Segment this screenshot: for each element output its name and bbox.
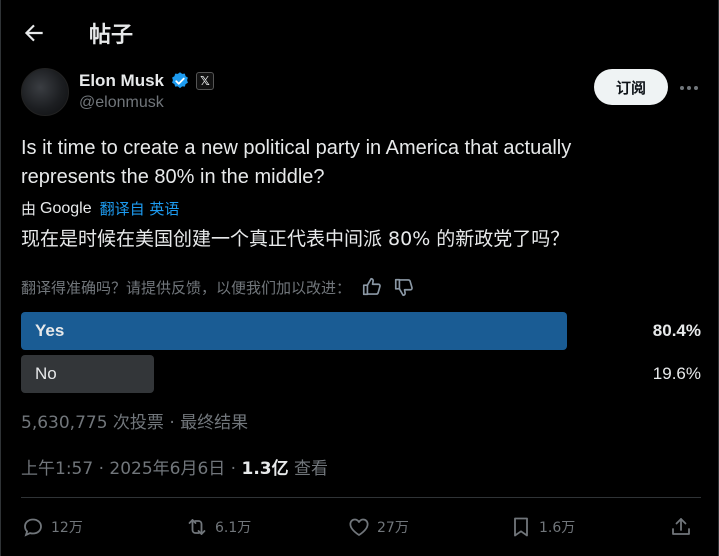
reply-count: 12万 — [51, 520, 83, 536]
poll-option-percent: 80.4% — [652, 321, 701, 340]
poll-bar-yes — [21, 312, 567, 350]
author-handle[interactable]: @elonmusk — [79, 94, 164, 112]
poll-summary: 5,630,775 次投票 · 最终结果 — [21, 413, 249, 433]
translated-from-link[interactable]: 翻译自 英语 — [100, 198, 180, 219]
avatar[interactable] — [21, 68, 69, 116]
top-bar: 帖子 — [1, 0, 719, 64]
reply-button[interactable]: 12万 — [21, 512, 83, 542]
repost-count: 6.1万 — [215, 520, 252, 536]
back-arrow-icon[interactable] — [21, 20, 47, 46]
like-button[interactable]: 27万 — [347, 512, 409, 542]
view-count: 1.3亿 — [241, 459, 289, 479]
translate-by-label: 由 — [21, 200, 37, 218]
thumbs-up-icon[interactable] — [361, 276, 383, 298]
x-affiliate-badge: 𝕏 — [196, 72, 215, 90]
more-options-icon[interactable] — [678, 78, 700, 98]
subscribe-button[interactable]: 订阅 — [594, 69, 668, 105]
bookmark-count: 1.6万 — [539, 520, 576, 536]
post-meta: 上午1:57 · 2025年6月6日 · 1.3亿 查看 — [21, 454, 328, 479]
post-detail-page: 帖子 Elon Musk 𝕏 @elonmusk 订阅 Is it time t… — [0, 0, 719, 556]
post-timestamp[interactable]: 上午1:57 · 2025年6月6日 · — [21, 459, 242, 479]
translation-attribution: 由 Google 翻译自 英语 — [21, 198, 179, 219]
repost-icon — [188, 519, 206, 535]
poll-option-label: Yes — [35, 321, 65, 340]
thumbs-down-icon[interactable] — [393, 276, 415, 298]
bookmark-button[interactable]: 1.6万 — [509, 512, 575, 542]
repost-button[interactable]: 6.1万 — [185, 512, 251, 542]
poll-option-yes: Yes 80.4% — [21, 312, 701, 350]
verified-badge-icon — [172, 72, 188, 89]
feedback-prompt: 翻译得准确吗？请提供反馈，以便我们加以改进： — [21, 278, 352, 297]
poll-option-no: No 19.6% — [21, 355, 701, 393]
page-title: 帖子 — [89, 23, 134, 48]
heart-icon — [349, 518, 369, 536]
share-button[interactable] — [669, 512, 693, 542]
author-name[interactable]: Elon Musk — [79, 71, 164, 91]
divider — [21, 497, 701, 498]
author-name-row: Elon Musk 𝕏 — [79, 70, 215, 92]
bookmark-icon — [514, 517, 528, 537]
google-logo: Google — [40, 199, 92, 217]
view-label: 查看 — [288, 459, 329, 479]
post-text: Is it time to create a new political par… — [21, 137, 572, 188]
poll-option-label: No — [35, 364, 57, 383]
translated-text: 现在是时候在美国创建一个真正代表中间派 80% 的新政党了吗？ — [21, 228, 570, 250]
translation-feedback: 翻译得准确吗？请提供反馈，以便我们加以改进： — [21, 276, 415, 298]
like-count: 27万 — [377, 520, 409, 536]
share-icon — [672, 518, 690, 535]
poll-option-percent: 19.6% — [652, 364, 701, 383]
reply-icon — [24, 518, 42, 537]
action-bar: 12万 6.1万 27万 1.6万 — [21, 512, 701, 542]
